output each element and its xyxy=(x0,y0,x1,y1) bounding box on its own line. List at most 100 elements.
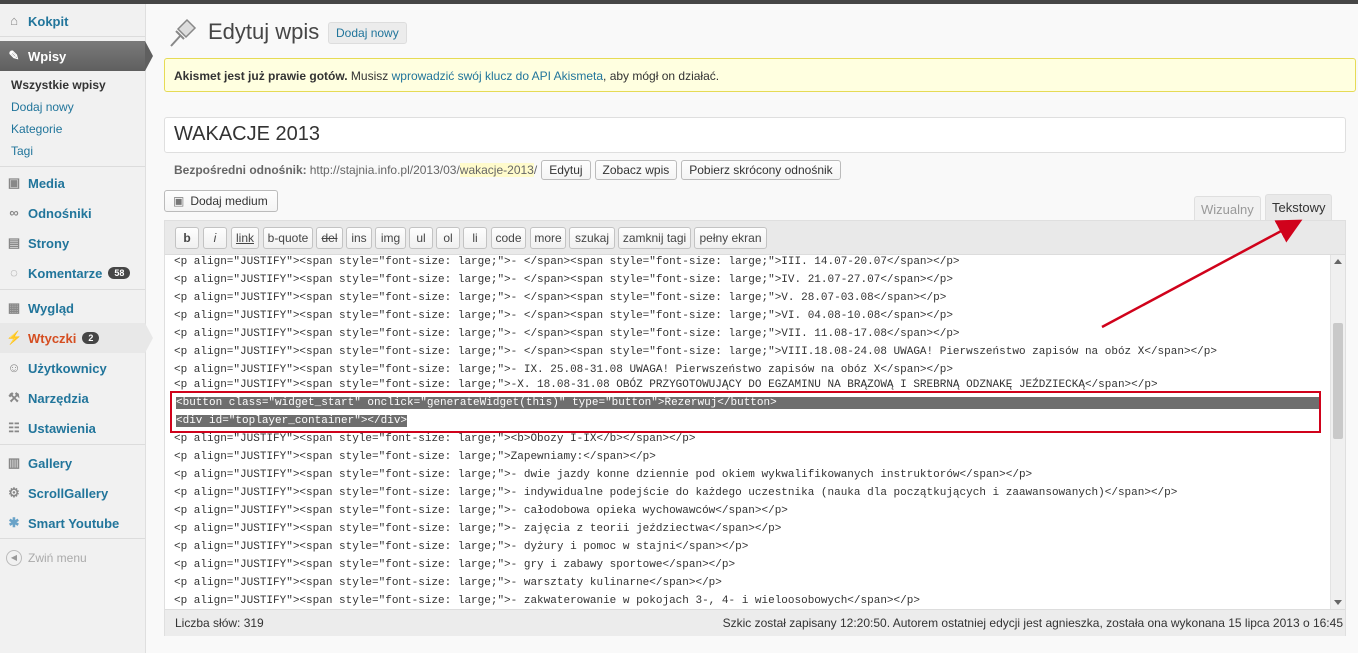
users-icon: ☺ xyxy=(7,360,21,375)
pin-icon: ✎ xyxy=(8,48,20,63)
qt-code-button[interactable]: code xyxy=(491,227,526,249)
dashboard-icon: ⌂ xyxy=(10,13,18,28)
menu-scrollgallery[interactable]: ⚙ ScrollGallery xyxy=(0,478,145,508)
permalink-slug[interactable]: wakacje-2013 xyxy=(459,163,534,177)
menu-comments[interactable]: ◌ Komentarze 58 xyxy=(0,258,145,288)
qt-italic-button[interactable]: i xyxy=(203,227,227,249)
add-new-button[interactable]: Dodaj nowy xyxy=(328,22,407,44)
notice-text: Musisz xyxy=(347,69,392,83)
word-count: Liczba słów: 319 xyxy=(175,616,264,630)
add-media-button[interactable]: ▣ Dodaj medium xyxy=(164,190,278,212)
menu-kokpit[interactable]: ⌂ Kokpit xyxy=(0,6,145,36)
scroll-down-icon[interactable] xyxy=(1334,600,1342,605)
annotation-highlight-box xyxy=(170,391,1321,433)
code-line: <p align="JUSTIFY"><span style="font-siz… xyxy=(174,364,953,376)
code-line: <p align="JUSTIFY"><span style="font-siz… xyxy=(174,541,749,553)
permalink-row: Bezpośredni odnośnik: http://stajnia.inf… xyxy=(174,160,841,180)
gallery-icon: ▥ xyxy=(7,455,21,470)
editor-scrollbar[interactable] xyxy=(1330,255,1345,609)
qt-more-button[interactable]: more xyxy=(530,227,566,249)
code-line: <p align="JUSTIFY"><span style="font-siz… xyxy=(174,292,947,304)
tools-icon: ⚒ xyxy=(8,390,20,405)
admin-sidebar: ⌂ Kokpit ✎ Wpisy Wszystkie wpisy Dodaj n… xyxy=(0,4,153,653)
akismet-key-link[interactable]: wprowadzić swój klucz do API Akismeta xyxy=(392,69,603,83)
menu-users[interactable]: ☺ Użytkownicy xyxy=(0,353,145,383)
menu-label: ScrollGallery xyxy=(28,485,109,501)
akismet-notice: Akismet jest już prawie gotów. Musisz wp… xyxy=(164,58,1356,92)
scroll-up-icon[interactable] xyxy=(1334,259,1342,264)
code-line: <p align="JUSTIFY"><span style="font-siz… xyxy=(174,595,920,607)
add-media-label: Dodaj medium xyxy=(190,194,268,208)
collapse-menu-button[interactable]: ◀ Zwiń menu xyxy=(6,550,87,566)
permalink-base: http://stajnia.info.pl/2013/03/ xyxy=(309,163,460,177)
menu-label: Ustawienia xyxy=(28,420,96,436)
menu-wpisy[interactable]: ✎ Wpisy xyxy=(0,41,153,71)
code-line: <p align="JUSTIFY"><span style="font-siz… xyxy=(174,346,1217,358)
menu-label: Strony xyxy=(28,235,70,251)
qt-ul-button[interactable]: ul xyxy=(409,227,433,249)
divider xyxy=(0,444,145,445)
menu-smart-youtube[interactable]: ✱ Smart Youtube xyxy=(0,508,145,538)
editor-status-bar: Liczba słów: 319 Szkic został zapisany 1… xyxy=(165,609,1345,636)
plugins-count-badge: 2 xyxy=(82,332,100,344)
code-line: <p align="JUSTIFY"><span style="font-siz… xyxy=(174,469,1033,481)
draft-saved-status: Szkic został zapisany 12:20:50. Autorem … xyxy=(722,616,1343,630)
qt-li-button[interactable]: li xyxy=(463,227,487,249)
qt-fullscreen-button[interactable]: pełny ekran xyxy=(694,227,767,249)
view-post-button[interactable]: Zobacz wpis xyxy=(594,160,678,180)
qt-search-button[interactable]: szukaj xyxy=(569,227,615,249)
menu-appearance[interactable]: ▦ Wygląd xyxy=(0,293,145,323)
menu-media[interactable]: ▣ Media xyxy=(0,168,145,198)
code-line: <p align="JUSTIFY"><span style="font-siz… xyxy=(174,487,1178,499)
qt-img-button[interactable]: img xyxy=(375,227,406,249)
edit-permalink-button[interactable]: Edytuj xyxy=(541,160,591,180)
appearance-icon: ▦ xyxy=(7,300,21,315)
pages-icon: ▤ xyxy=(7,235,21,250)
admin-bar xyxy=(0,0,1358,4)
notice-text-end: , aby mógł on działać. xyxy=(603,69,720,83)
qt-bold-button[interactable]: b xyxy=(175,227,199,249)
code-line: <p align="JUSTIFY"><span style="font-siz… xyxy=(174,577,722,589)
menu-plugins[interactable]: ⚡ Wtyczki 2 xyxy=(0,323,153,353)
qt-link-button[interactable]: link xyxy=(231,227,259,249)
menu-label: Odnośniki xyxy=(28,205,92,221)
get-shortlink-button[interactable]: Pobierz skrócony odnośnik xyxy=(681,160,841,180)
qt-close-tags-button[interactable]: zamknij tagi xyxy=(618,227,691,249)
link-icon: ∞ xyxy=(9,205,19,220)
collapse-arrow-icon: ◀ xyxy=(6,550,22,566)
scrollbar-thumb[interactable] xyxy=(1333,323,1343,439)
qt-ol-button[interactable]: ol xyxy=(436,227,460,249)
tab-visual[interactable]: Wizualny xyxy=(1194,196,1261,220)
qt-ins-button[interactable]: ins xyxy=(346,227,372,249)
code-line: <p align="JUSTIFY"><span style="font-siz… xyxy=(174,451,656,463)
code-line: <p align="JUSTIFY"><span style="font-siz… xyxy=(174,559,736,571)
divider xyxy=(0,538,145,539)
menu-label: Narzędzia xyxy=(28,390,89,406)
menu-label: Wygląd xyxy=(28,300,74,316)
submenu-add-new[interactable]: Dodaj nowy xyxy=(11,100,74,114)
menu-tools[interactable]: ⚒ Narzędzia xyxy=(0,383,145,413)
code-line: <p align="JUSTIFY"><span style="font-siz… xyxy=(174,256,960,268)
post-title-input[interactable]: WAKACJE 2013 xyxy=(164,117,1346,153)
qt-del-button[interactable]: del xyxy=(316,227,343,249)
menu-links[interactable]: ∞ Odnośniki xyxy=(0,198,145,228)
divider xyxy=(0,289,145,290)
submenu-tags[interactable]: Tagi xyxy=(11,144,33,158)
plugins-icon: ⚡ xyxy=(6,330,23,345)
collapse-label: Zwiń menu xyxy=(28,551,87,565)
tab-text[interactable]: Tekstowy xyxy=(1265,194,1333,220)
menu-label: Wpisy xyxy=(28,48,67,64)
code-line: <p align="JUSTIFY"><span style="font-siz… xyxy=(174,379,1158,391)
page-title: Edytuj wpis xyxy=(208,19,320,44)
submenu-all-posts[interactable]: Wszystkie wpisy xyxy=(11,78,106,92)
menu-gallery[interactable]: ▥ Gallery xyxy=(0,448,145,478)
qt-blockquote-button[interactable]: b-quote xyxy=(263,227,313,249)
menu-settings[interactable]: ☷ Ustawienia xyxy=(0,413,145,443)
submenu-categories[interactable]: Kategorie xyxy=(11,122,62,136)
menu-pages[interactable]: ▤ Strony xyxy=(0,228,145,258)
menu-label: Smart Youtube xyxy=(28,515,120,531)
quicktags-toolbar: b i link b-quote del ins img ul ol li co… xyxy=(165,221,1345,255)
code-line: <p align="JUSTIFY"><span style="font-siz… xyxy=(174,310,953,322)
comments-count-badge: 58 xyxy=(108,267,131,279)
code-line: <p align="JUSTIFY"><span style="font-siz… xyxy=(174,505,788,517)
